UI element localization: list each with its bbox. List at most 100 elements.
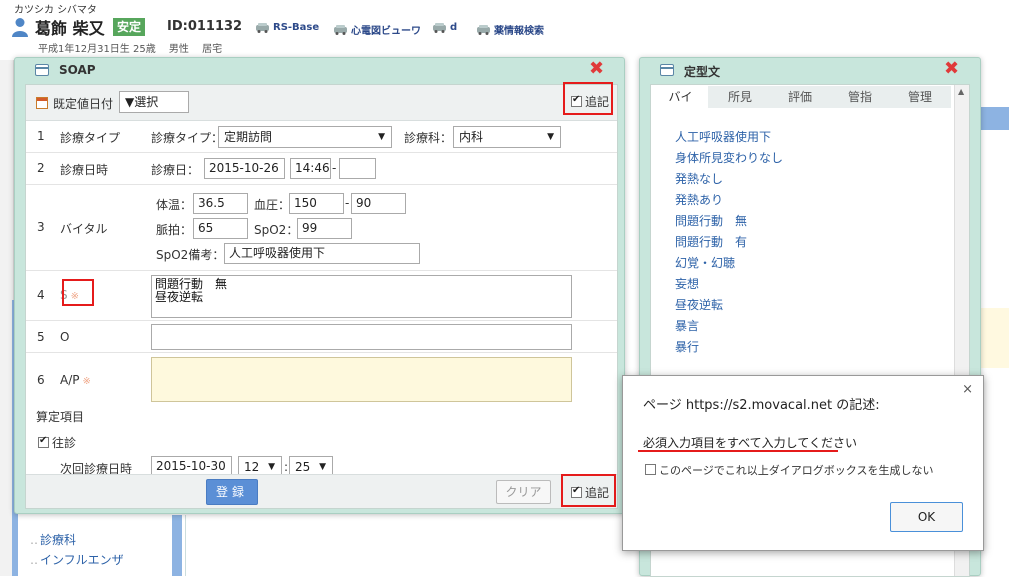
visit-date-label: 診療日： bbox=[151, 163, 200, 177]
required-mark: ※ bbox=[82, 376, 91, 387]
close-icon[interactable]: ✖ bbox=[944, 59, 959, 79]
visit-type-select[interactable]: 定期訪問 ▼ bbox=[218, 126, 392, 148]
ecg-viewer-link[interactable]: 心電図ビューワ bbox=[333, 22, 421, 37]
scroll-up-icon[interactable]: ▲ bbox=[958, 87, 964, 96]
person-icon bbox=[12, 18, 28, 37]
soap-titlebar[interactable]: SOAP ✖ bbox=[15, 58, 624, 84]
phrase-item[interactable]: 身体所見変わりなし bbox=[675, 148, 783, 169]
row-number: 5 bbox=[37, 330, 45, 344]
visit-time-input[interactable]: 14:46 bbox=[290, 158, 331, 179]
assessment-plan-textarea[interactable] bbox=[151, 357, 572, 402]
ok-button[interactable]: OK bbox=[890, 502, 963, 532]
highlight-underline bbox=[638, 450, 838, 452]
visit-end-time-input[interactable] bbox=[339, 158, 376, 179]
phrase-item[interactable]: 発熱あり bbox=[675, 190, 783, 211]
tab-guidance[interactable]: 管指 bbox=[831, 86, 889, 108]
rs-base-link[interactable]: RS-Base bbox=[255, 22, 319, 33]
checkbox[interactable] bbox=[645, 464, 656, 475]
checkbox[interactable] bbox=[38, 435, 49, 448]
spo2-label: SpO2： bbox=[254, 223, 299, 237]
soap-title: SOAP bbox=[59, 63, 96, 77]
phrase-item[interactable]: 問題行動 無 bbox=[675, 211, 783, 232]
patient-subinfo: 平成1年12月31日生 25歳 男性 居宅 bbox=[38, 40, 232, 55]
bp-diastolic-input[interactable]: 90 bbox=[351, 193, 406, 214]
temperature-input[interactable]: 36.5 bbox=[193, 193, 248, 214]
house-call-label: 往診 bbox=[52, 436, 77, 450]
department-label: 診療科： bbox=[404, 131, 453, 145]
row-subjective: 4 S ※ 問題行動 無 昼夜逆転 bbox=[26, 271, 617, 321]
window-icon bbox=[660, 64, 674, 76]
bp-dash: - bbox=[345, 196, 350, 210]
row-number: 6 bbox=[37, 373, 45, 387]
phrase-item[interactable]: 人工呼吸器使用下 bbox=[675, 127, 783, 148]
default-date-select[interactable]: ▼選択 bbox=[119, 91, 189, 113]
car-icon bbox=[334, 25, 347, 35]
close-icon[interactable]: × bbox=[962, 382, 973, 397]
alert-title: ページ https://s2.movacal.net の記述: bbox=[643, 398, 880, 413]
tab-assessment[interactable]: 評価 bbox=[771, 86, 829, 108]
row-number: 1 bbox=[37, 129, 45, 143]
phrase-item[interactable]: 発熱なし bbox=[675, 169, 783, 190]
bp-systolic-input[interactable]: 150 bbox=[289, 193, 344, 214]
close-icon[interactable]: ✖ bbox=[589, 59, 604, 79]
house-call-checkbox[interactable]: 往診 bbox=[38, 434, 76, 451]
car-icon bbox=[477, 25, 490, 35]
tab-bai[interactable]: バイ bbox=[653, 86, 708, 108]
phrase-titlebar[interactable]: 定型文 ✖ bbox=[640, 58, 980, 84]
checkbox[interactable] bbox=[571, 94, 582, 107]
background-header-strip bbox=[980, 107, 1009, 130]
subjective-textarea[interactable]: 問題行動 無 昼夜逆転 bbox=[151, 275, 572, 318]
tab-findings[interactable]: 所見 bbox=[711, 86, 769, 108]
department-select[interactable]: 内科 ▼ bbox=[453, 126, 561, 148]
phrase-item[interactable]: 幻覚・幻聴 bbox=[675, 253, 783, 274]
visit-date-input[interactable]: 2015-10-26 bbox=[204, 158, 285, 179]
spo2-input[interactable]: 99 bbox=[297, 218, 352, 239]
car-icon bbox=[433, 23, 446, 33]
time-dash: - bbox=[332, 161, 337, 175]
row-label: O bbox=[60, 330, 70, 344]
row-visit-type: 1 診療タイプ 診療タイプ： 定期訪問 ▼ 診療科： 内科 ▼ bbox=[26, 121, 617, 153]
clear-button[interactable]: クリア bbox=[496, 480, 551, 504]
phrase-title: 定型文 bbox=[684, 65, 721, 79]
append-checkbox-bottom[interactable]: 追記 bbox=[571, 484, 609, 501]
phrase-tabs: バイ 所見 評価 管指 管理 bbox=[653, 86, 951, 108]
spo2-note-input[interactable]: 人工呼吸器使用下 bbox=[224, 243, 420, 264]
phrase-item[interactable]: 妄想 bbox=[675, 274, 783, 295]
chevron-down-icon: ▼ bbox=[378, 132, 385, 142]
phrase-list: 人工呼吸器使用下 身体所見変わりなし 発熱なし 発熱あり 問題行動 無 問題行動… bbox=[675, 127, 783, 358]
background-separator bbox=[185, 515, 186, 576]
link-label: RS-Base bbox=[273, 22, 320, 33]
phrase-item[interactable]: 暴言 bbox=[675, 316, 783, 337]
phrase-item[interactable]: 暴行 bbox=[675, 337, 783, 358]
nav-item-influenza[interactable]: インフルエンザ bbox=[30, 550, 124, 570]
car-icon bbox=[256, 23, 269, 33]
append-checkbox-top[interactable]: 追記 bbox=[571, 93, 609, 110]
link-label: d bbox=[450, 22, 458, 33]
objective-textarea[interactable] bbox=[151, 324, 572, 350]
patient-sex: 男性 bbox=[168, 44, 189, 55]
register-button[interactable]: 登録 bbox=[206, 479, 258, 505]
select-value: 12 bbox=[244, 460, 260, 474]
checkbox[interactable] bbox=[571, 485, 582, 498]
append-label: 追記 bbox=[585, 95, 610, 109]
tab-management[interactable]: 管理 bbox=[891, 86, 949, 108]
drug-info-link[interactable]: 薬情報検索 bbox=[476, 22, 544, 37]
d-link[interactable]: d bbox=[432, 22, 457, 33]
select-value: 内科 bbox=[459, 130, 484, 144]
soap-body: 既定値日付 ▼選択 追記 1 診療タイプ 診療タイプ： 定期訪問 ▼ 診療科： 内… bbox=[25, 82, 618, 509]
link-label: 薬情報検索 bbox=[494, 26, 544, 37]
soap-dialog: SOAP ✖ 既定値日付 ▼選択 追記 1 診療タイプ 診療タイプ： 定期訪問 ▼… bbox=[14, 57, 625, 514]
row-label: 診療日時 bbox=[60, 163, 109, 177]
select-value: ▼選択 bbox=[125, 95, 159, 109]
row-label: 診療タイプ bbox=[60, 131, 121, 145]
blood-pressure-label: 血圧： bbox=[254, 198, 291, 212]
phrase-item[interactable]: 問題行動 有 bbox=[675, 232, 783, 253]
phrase-item[interactable]: 昼夜逆転 bbox=[675, 295, 783, 316]
nav-item-department[interactable]: 診療科 bbox=[30, 530, 124, 550]
row-number: 2 bbox=[37, 161, 45, 175]
pulse-input[interactable]: 65 bbox=[193, 218, 248, 239]
append-label: 追記 bbox=[585, 486, 610, 500]
visit-type-label: 診療タイプ： bbox=[151, 131, 224, 145]
suppress-dialogs-checkbox[interactable]: このページでこれ以上ダイアログボックスを生成しない bbox=[645, 462, 933, 478]
patient-name: 葛飾 柴又 bbox=[35, 19, 105, 38]
